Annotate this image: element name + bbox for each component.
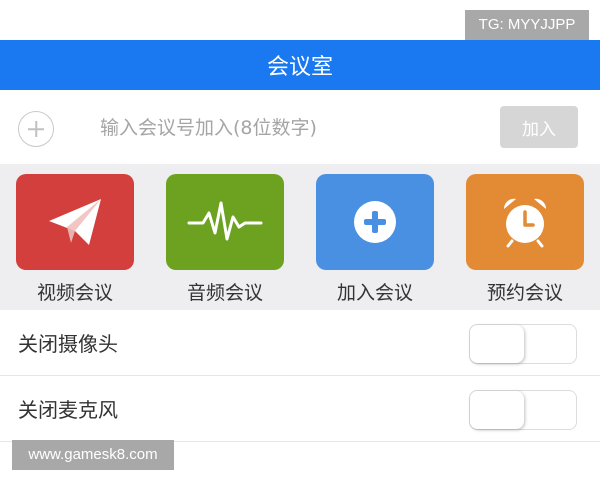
video-meeting-action[interactable]: 视频会议 <box>16 174 134 310</box>
join-button[interactable]: 加入 <box>500 106 578 148</box>
setting-row-camera: 关闭摄像头 <box>0 312 600 376</box>
paper-plane-icon <box>49 199 101 245</box>
plus-circle-icon <box>354 201 396 243</box>
waveform-icon <box>187 201 263 241</box>
schedule-meeting-tile[interactable] <box>466 174 584 270</box>
watermark-bottom: www.gamesk8.com <box>12 440 174 470</box>
schedule-meeting-action[interactable]: 预约会议 <box>466 174 584 310</box>
camera-toggle-knob <box>470 325 524 363</box>
audio-meeting-label: 音频会议 <box>186 282 263 304</box>
audio-meeting-action[interactable]: 音频会议 <box>166 174 284 310</box>
join-meeting-label: 加入会议 <box>336 282 413 304</box>
watermark-top: TG: MYYJJPP <box>465 10 589 40</box>
schedule-meeting-label: 预约会议 <box>486 282 563 304</box>
audio-meeting-tile[interactable] <box>166 174 284 270</box>
alarm-clock-icon <box>503 198 547 248</box>
microphone-setting-label: 关闭麦克风 <box>18 398 118 422</box>
meeting-number-input[interactable] <box>100 108 470 148</box>
video-meeting-tile[interactable] <box>16 174 134 270</box>
join-meeting-tile[interactable] <box>316 174 434 270</box>
add-icon[interactable] <box>18 111 54 147</box>
setting-row-microphone: 关闭麦克风 <box>0 378 600 442</box>
join-meeting-action[interactable]: 加入会议 <box>316 174 434 310</box>
title-bar: 会议室 <box>0 40 600 90</box>
page-title: 会议室 <box>266 55 333 80</box>
meeting-actions: 视频会议 音频会议 加入会议 预约会议 <box>0 164 600 310</box>
microphone-toggle[interactable] <box>469 390 577 430</box>
video-meeting-label: 视频会议 <box>36 282 113 304</box>
camera-toggle[interactable] <box>469 324 577 364</box>
camera-setting-label: 关闭摄像头 <box>18 332 118 356</box>
microphone-toggle-knob <box>470 391 524 429</box>
